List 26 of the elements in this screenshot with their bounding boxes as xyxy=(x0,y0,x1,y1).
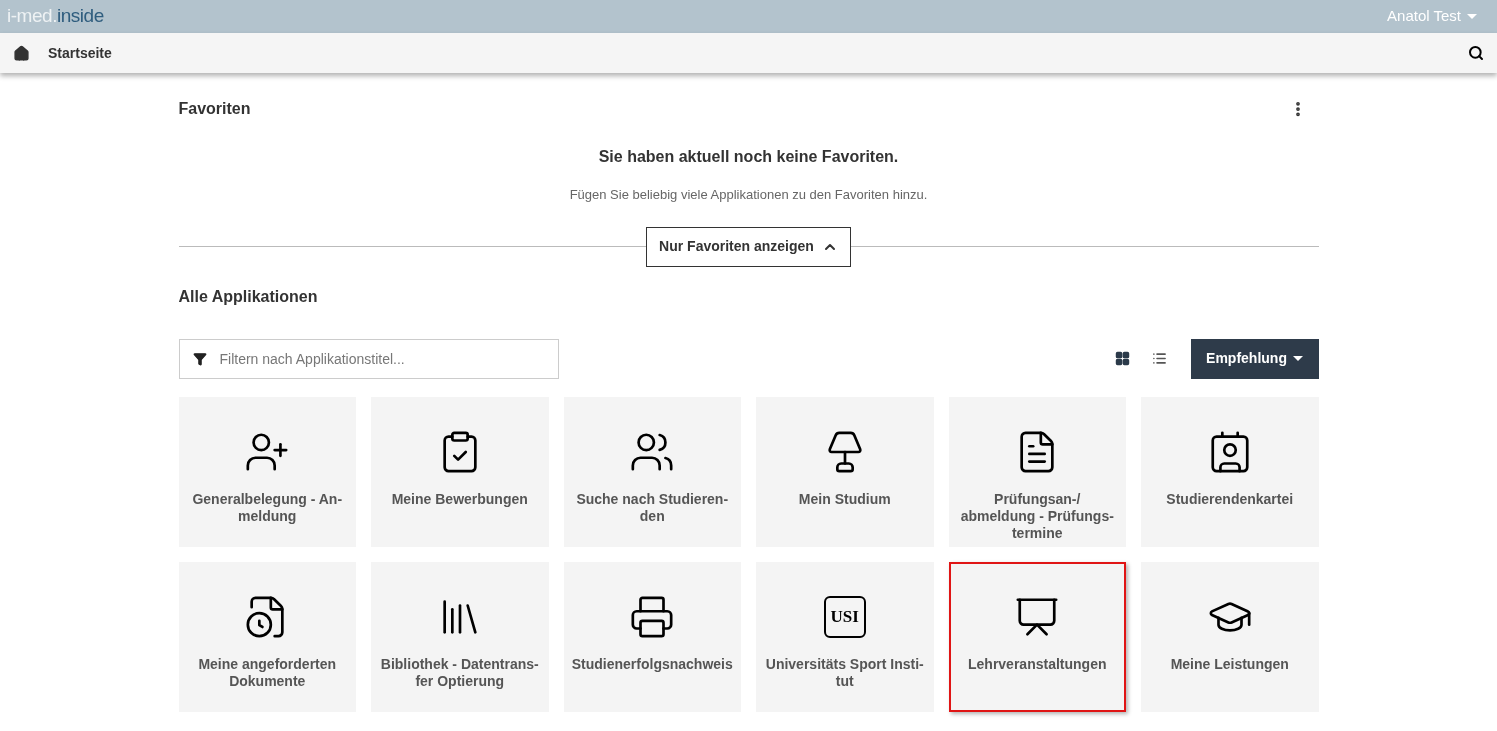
sort-dropdown[interactable]: Empfehlung xyxy=(1190,338,1319,379)
section-title: Favoriten xyxy=(178,99,251,119)
app-tile[interactable]: Meine angeforderten Dokumente xyxy=(178,561,356,712)
app-tile[interactable]: Suche nach Studieren- den xyxy=(563,396,741,547)
app-tile[interactable]: Lehrveranstaltungen xyxy=(948,561,1126,712)
app-tile[interactable]: Generalbelegung - An- meldung xyxy=(178,396,356,547)
app-tile[interactable]: Studienerfolgsnachweis xyxy=(563,561,741,712)
logo: i-med.inside xyxy=(7,4,104,29)
app-tile[interactable]: Meine Bewerbungen xyxy=(371,396,549,547)
favorites-toggle-button[interactable]: Nur Favoriten anzeigen xyxy=(646,226,851,267)
empty-title: Sie haben aktuell noch keine Favoriten. xyxy=(597,147,900,167)
app-tile[interactable]: Studierendenkartei xyxy=(1141,396,1319,547)
printer-icon xyxy=(629,593,676,640)
section-title: Alle Applikationen xyxy=(178,286,319,307)
app-tile[interactable]: Bibliothek - Datentrans- fer Optierung xyxy=(371,561,549,712)
filter-field[interactable]: Filtern nach Applikationstitel... xyxy=(178,338,559,379)
app-tile[interactable]: Prüfungsan-/ abmeldung - Prüfungs- termine xyxy=(948,396,1126,547)
app-tile[interactable]: USI Universitäts Sport Insti- tut xyxy=(756,561,934,712)
empty-text: Fügen Sie beliebig viele Applikationen zu den Favoriten hinzu. xyxy=(568,186,929,204)
app-tile[interactable]: Meine Leistungen xyxy=(1141,561,1319,712)
filter-icon xyxy=(192,351,207,366)
app-tile[interactable]: Mein Studium xyxy=(756,396,934,547)
home-icon[interactable] xyxy=(13,44,30,62)
usi-logo-icon: USI xyxy=(823,595,866,638)
page-title: Startseite xyxy=(48,43,112,63)
search-icon[interactable] xyxy=(1468,45,1484,61)
